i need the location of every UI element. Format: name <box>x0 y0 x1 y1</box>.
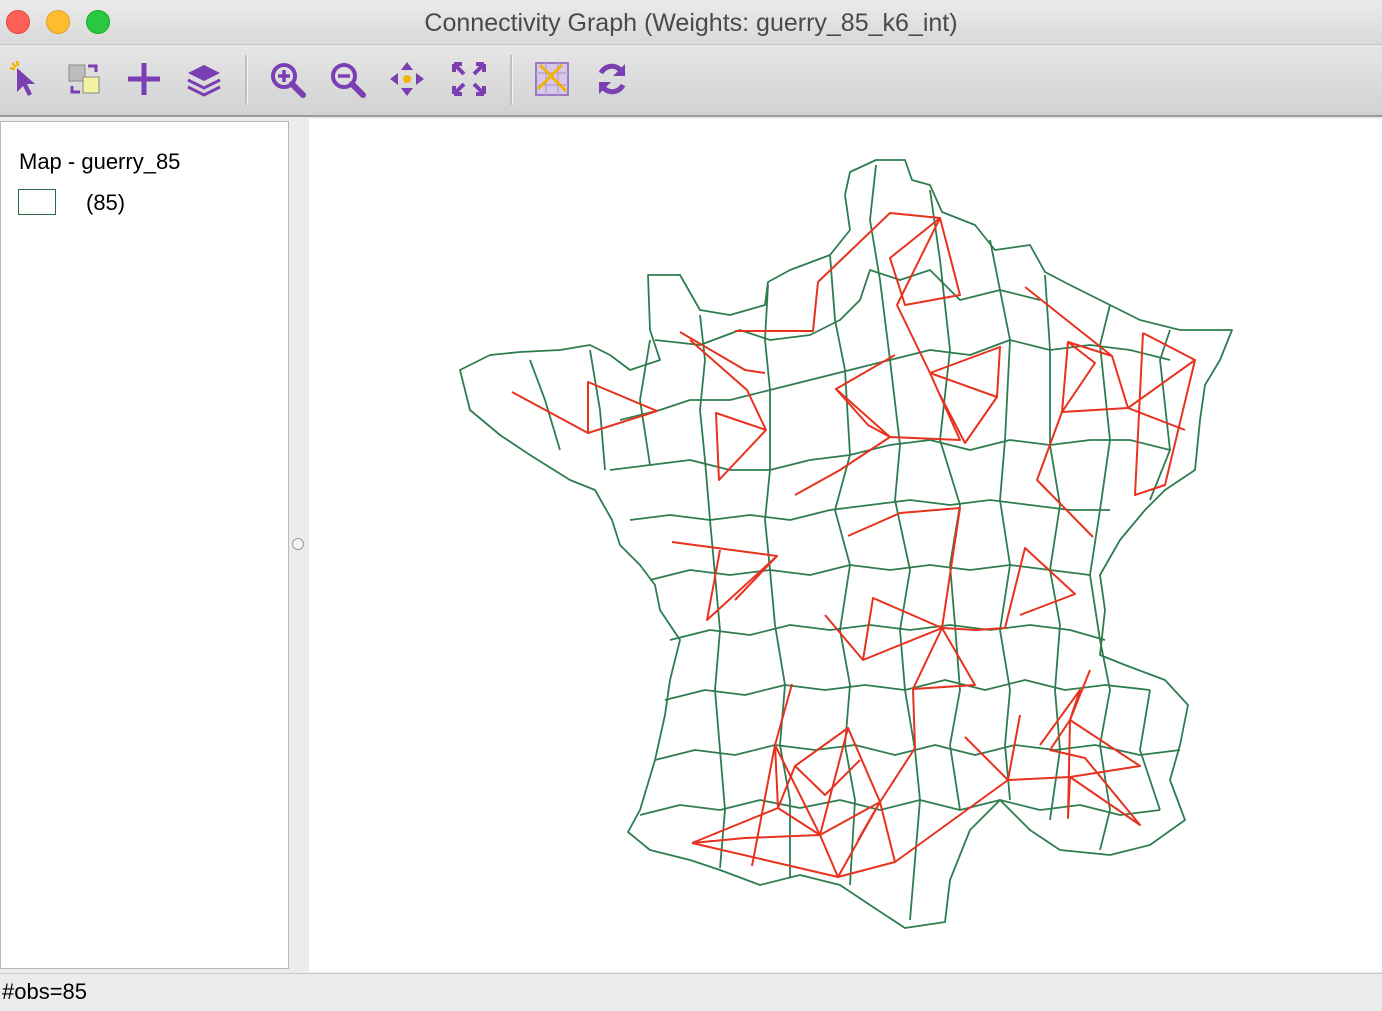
map-toolbar <box>0 45 1382 117</box>
zoom-out-button[interactable] <box>325 57 369 101</box>
graph-edge <box>679 331 767 481</box>
legend-title: Map - guerry_85 <box>19 149 181 174</box>
legend-swatch[interactable] <box>18 189 56 215</box>
graph-edge <box>691 727 896 878</box>
france-outline <box>459 159 1233 929</box>
panel-splitter[interactable] <box>289 119 308 972</box>
refresh-icon <box>598 63 626 95</box>
layers-button[interactable] <box>182 57 226 101</box>
zoom-in-icon <box>271 63 306 98</box>
selection-options-icon <box>68 64 100 94</box>
window-title: Connectivity Graph (Weights: guerry_85_k… <box>424 9 958 37</box>
legend-panel[interactable]: Map - guerry_85 (85) <box>0 121 289 969</box>
toolbar-separator <box>245 55 248 105</box>
pan-button[interactable] <box>385 57 429 101</box>
department-boundary <box>989 239 1011 801</box>
graph-edge <box>1039 689 1141 826</box>
selection-options-button[interactable] <box>62 57 106 101</box>
legend-category-label: (85) <box>86 190 126 215</box>
zoom-in-button[interactable] <box>265 57 309 101</box>
pan-icon <box>390 62 424 96</box>
department-boundary <box>829 254 856 886</box>
select-arrow-icon <box>9 60 35 96</box>
select-tool-button[interactable] <box>4 57 48 101</box>
full-extent-icon <box>452 62 486 96</box>
department-boundary <box>669 624 1106 641</box>
basemap-icon <box>535 62 569 96</box>
add-layer-button[interactable] <box>122 57 166 101</box>
department-boundary <box>639 799 1161 816</box>
graph-edge <box>671 541 778 621</box>
refresh-button[interactable] <box>590 57 634 101</box>
department-boundary <box>629 499 1110 521</box>
status-bar: #obs=85 <box>0 973 1382 1011</box>
connectivity-map[interactable] <box>309 119 1382 972</box>
add-layer-plus-icon <box>128 63 160 95</box>
department-boundary <box>1139 329 1171 811</box>
zoom-out-icon <box>331 63 366 98</box>
department-boundary <box>609 439 1171 471</box>
graph-edge <box>1024 286 1129 538</box>
department-boundary <box>929 189 961 811</box>
department-boundary <box>654 269 1041 346</box>
graph-edge <box>511 381 658 434</box>
layers-icon <box>187 65 221 97</box>
toolbar-separator <box>510 55 513 105</box>
window-titlebar: Connectivity Graph (Weights: guerry_85_k… <box>0 0 1382 45</box>
map-canvas[interactable] <box>309 119 1382 972</box>
department-boundary <box>529 339 651 471</box>
splitter-handle[interactable] <box>292 538 304 550</box>
basemap-button[interactable] <box>530 57 574 101</box>
full-extent-button[interactable] <box>447 57 491 101</box>
status-text: #obs=85 <box>2 979 88 1004</box>
